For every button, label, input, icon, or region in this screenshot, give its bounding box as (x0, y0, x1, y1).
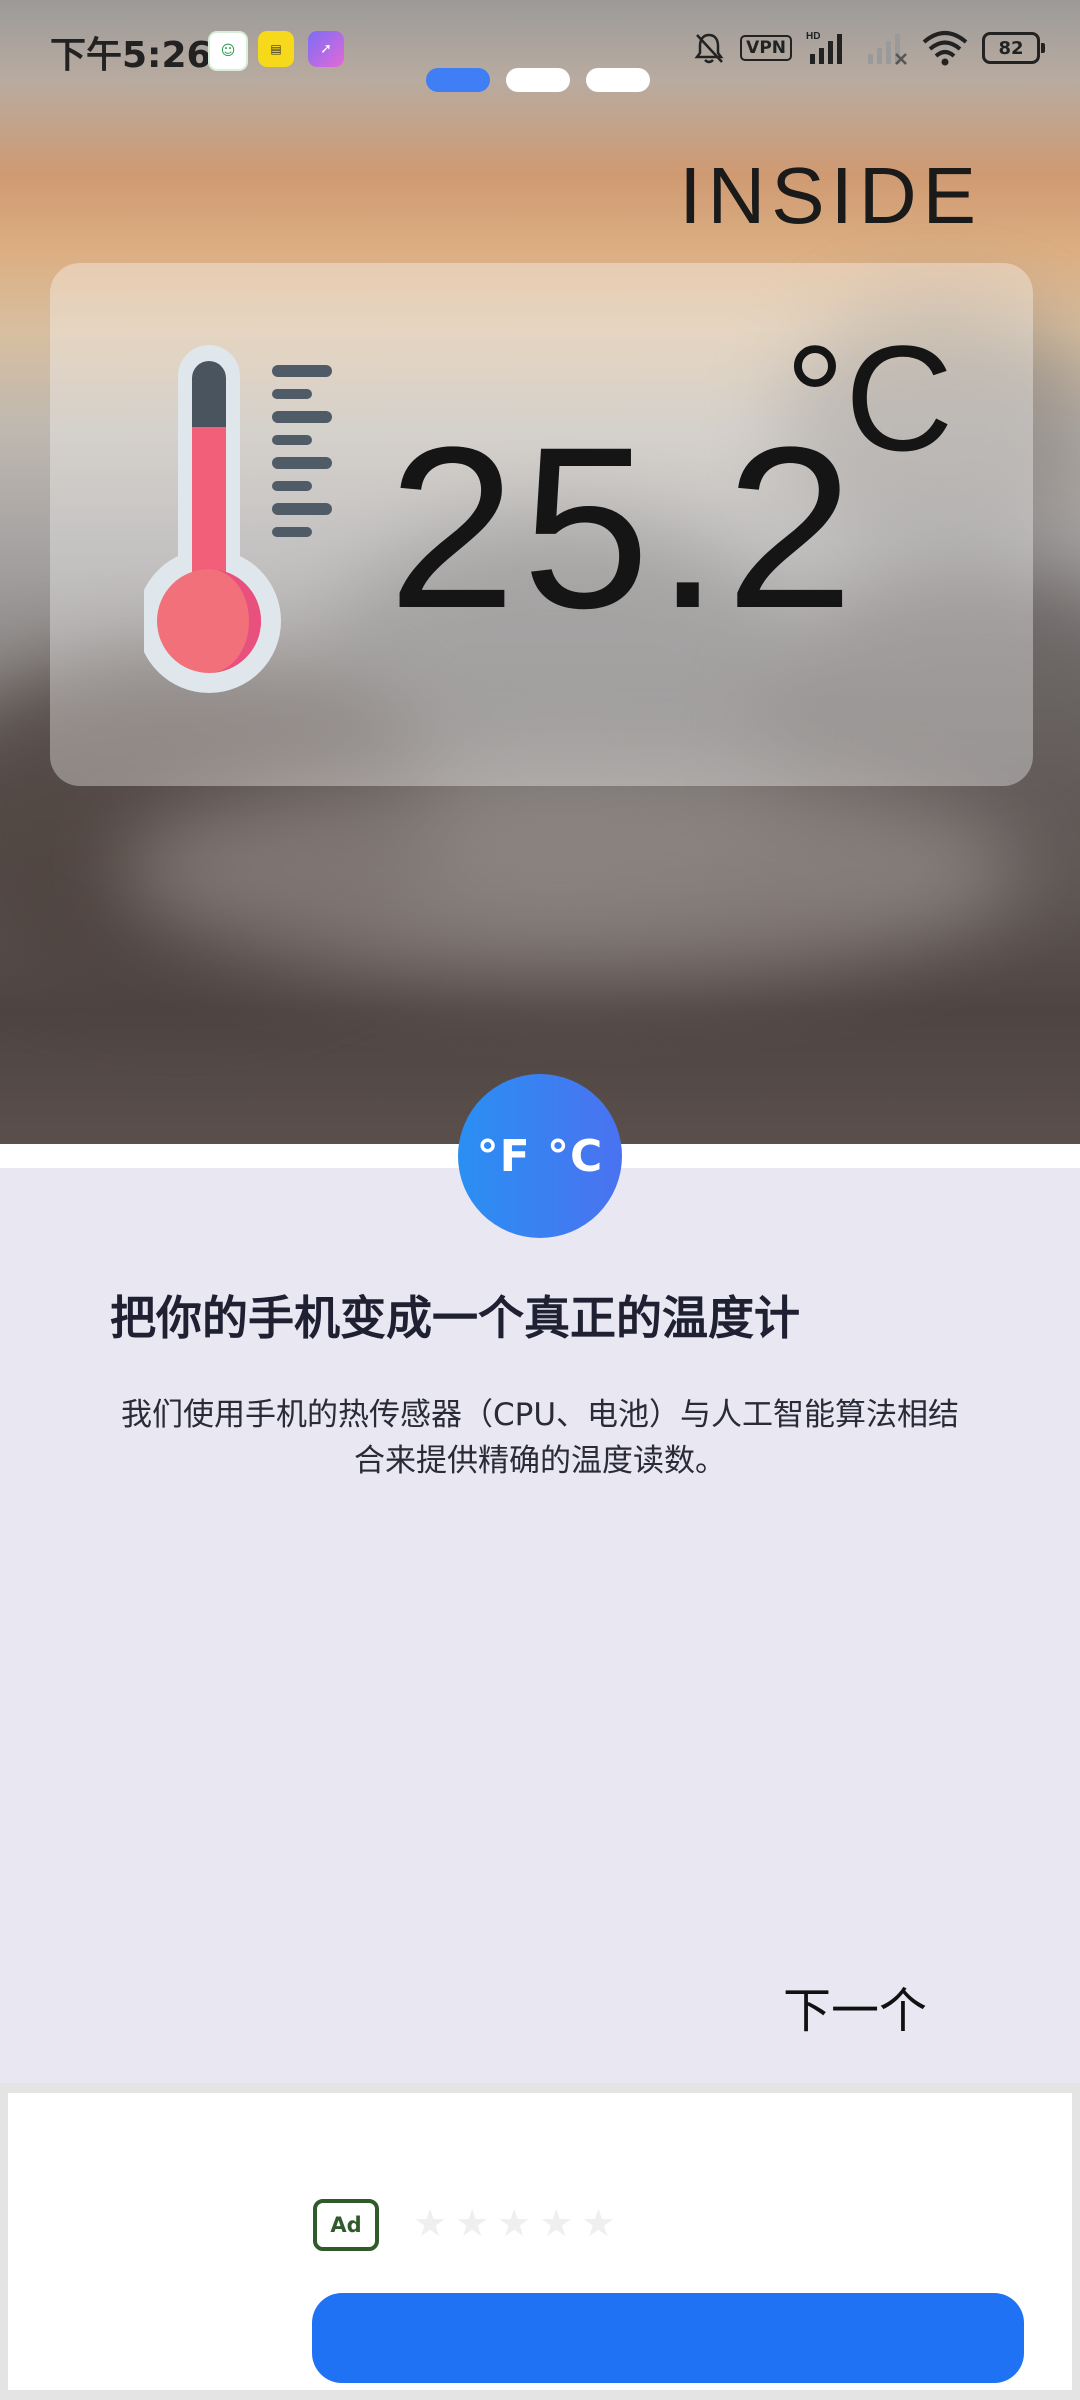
star-icon: ★ (581, 2201, 616, 2245)
thermometer-icon (144, 345, 332, 693)
rating-stars: ★ ★ ★ ★ ★ (413, 2201, 615, 2245)
page-dot-2[interactable] (506, 68, 570, 92)
next-button[interactable]: 下一个 (783, 1971, 927, 2041)
star-icon: ★ (413, 2201, 448, 2245)
signal-off-icon (868, 34, 907, 65)
mute-bell-icon (694, 33, 724, 64)
rocket-app-icon: ➚ (308, 31, 344, 67)
status-time: 下午5:26 (50, 35, 212, 76)
page-dot-1[interactable] (426, 68, 490, 92)
yellow-app-icon: ▤ (258, 31, 294, 67)
ad-content[interactable]: Ad ★ ★ ★ ★ ★ (8, 2093, 1072, 2390)
ad-badge: Ad (313, 2199, 379, 2251)
star-icon: ★ (455, 2201, 490, 2245)
network-label: HD (806, 31, 820, 42)
page-dot-3[interactable] (586, 68, 650, 92)
onboarding-description: 我们使用手机的热传感器（CPU、电池）与人工智能算法相结合来提供精确的温度读数。 (120, 1397, 960, 1479)
ad-banner: Ad ★ ★ ★ ★ ★ (0, 2083, 1080, 2400)
page-indicator (426, 68, 650, 92)
unit-toggle-icon: °F °C (458, 1074, 622, 1238)
ad-cta-button[interactable] (312, 2293, 1024, 2383)
wifi-icon (922, 31, 968, 66)
alien-app-icon: ☺ (208, 31, 248, 71)
status-right-group: VPN HD 82 (692, 28, 1045, 68)
vpn-indicator: VPN (740, 35, 792, 61)
temperature-card: 25.2 °C (50, 263, 1033, 786)
bg-blur-shape (120, 760, 1020, 980)
star-icon: ★ (497, 2201, 532, 2245)
temperature-unit: °C (785, 314, 954, 482)
signal-icon: HD (806, 31, 842, 64)
onboarding-headline: 把你的手机变成一个真正的温度计 (110, 1291, 800, 1345)
battery-indicator: 82 (982, 32, 1045, 64)
hero-background: INSIDE 25.2 °C (0, 0, 1080, 1144)
star-icon: ★ (539, 2201, 574, 2245)
location-label: INSIDE (679, 151, 982, 240)
